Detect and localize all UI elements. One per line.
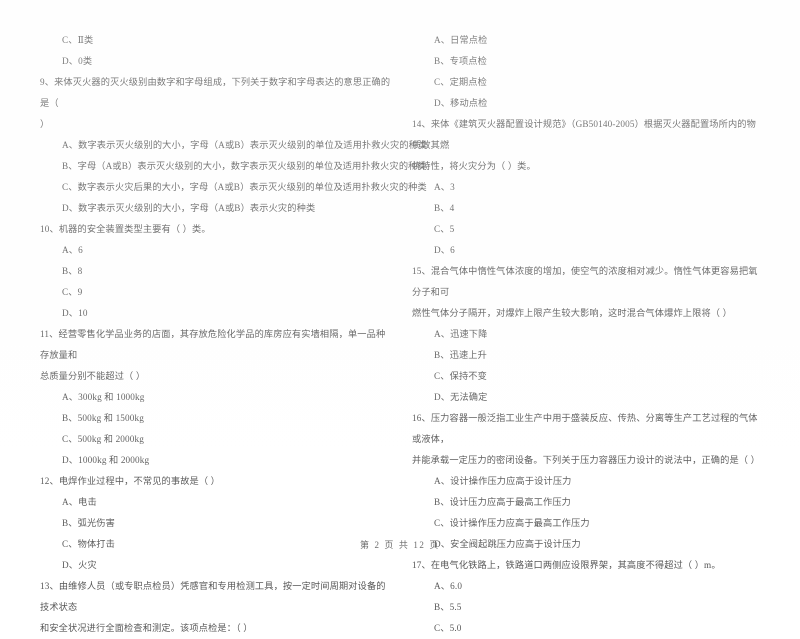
question-stem-continued: 并能承载一定压力的密闭设备。下列关于压力容器压力设计的说法中，正确的是（ ）: [412, 455, 760, 465]
question-stem-continued: 和安全状况进行全面检查和测定。该项点检是：（ ）: [40, 623, 253, 633]
question-stem: 17、在电气化铁路上，铁路道口两侧应设限界架，其高度不得超过（ ）m。: [412, 560, 721, 570]
page-footer: 第 2 页 共 12 页: [360, 540, 440, 550]
question-stem: 13、由维修人员（或专职点检员）凭感官和专用检测工具，按一定时间周期对设备的技术…: [40, 581, 386, 612]
option-item: D、移动点检: [434, 98, 488, 108]
option-item: C、Ⅱ类: [62, 35, 94, 45]
question-stem: 12、电焊作业过程中，不常见的事故是（ ）: [40, 476, 221, 486]
option-item: C、5.0: [434, 623, 462, 633]
question-11: 11、经营零售化学品业务的店面，其存放危险化学品的库房应有实墙相隔，单一品种存放…: [40, 324, 392, 471]
exam-page: C、Ⅱ类 D、0类 9、来体灭火器的灭火级别由数字和字母组成，下列关于数字和字母…: [0, 0, 800, 633]
option-item: D、数字表示灭火级别的大小，字母（A或B）表示火灾的种类: [62, 203, 316, 213]
question-12: 12、电焊作业过程中，不常见的事故是（ ） A、电击 B、弧光伤害 C、物体打击…: [40, 471, 392, 576]
option-item: B、4: [434, 203, 455, 213]
option-item: A、设计操作压力应高于设计压力: [434, 476, 572, 486]
question-15: 15、混合气体中惰性气体浓度的增加，使空气的浓度相对减少。惰性气体更容易把氧分子…: [412, 261, 760, 408]
question-stem-continued: 总质量分别不能超过（ ）: [40, 371, 146, 381]
question-stem: 15、混合气体中惰性气体浓度的增加，使空气的浓度相对减少。惰性气体更容易把氧分子…: [412, 266, 758, 297]
question-stem: 9、来体灭火器的灭火级别由数字和字母组成，下列关于数字和字母表达的意思正确的是（: [40, 77, 391, 108]
question-stem-continued: 烧特性，将火灾分为（ ）类。: [412, 161, 536, 171]
option-item: A、日常点检: [434, 35, 488, 45]
question-stem-continued: ）: [40, 119, 50, 129]
option-item: A、300kg 和 1000kg: [62, 392, 145, 402]
option-item: B、迅速上升: [434, 350, 487, 360]
option-item: D、10: [62, 308, 88, 318]
option-item: B、5.5: [434, 602, 462, 612]
option-item: D、无法确定: [434, 392, 488, 402]
option-item: B、8: [62, 266, 83, 276]
question-stem-continued: 燃性气体分子隔开，对爆炸上限产生较大影响，这时混合气体爆炸上限将（ ）: [412, 308, 732, 318]
option-item: C、定期点检: [434, 77, 487, 87]
option-item: C、5: [434, 224, 455, 234]
option-item: C、保持不变: [434, 371, 487, 381]
question-16: 16、压力容器一般泛指工业生产中用于盛装反应、传热、分离等生产工艺过程的气体或液…: [412, 408, 760, 555]
option-item: D、1000kg 和 2000kg: [62, 455, 150, 465]
question-stem: 16、压力容器一般泛指工业生产中用于盛装反应、传热、分离等生产工艺过程的气体或液…: [412, 413, 758, 444]
question-stem: 14、来体《建筑灭火器配置设计规范》（GB50140-2005）根据灭火器配置场…: [412, 119, 756, 150]
option-item: A、迅速下降: [434, 329, 488, 339]
option-item: B、500kg 和 1500kg: [62, 413, 145, 423]
question-9: 9、来体灭火器的灭火级别由数字和字母组成，下列关于数字和字母表达的意思正确的是（…: [40, 72, 428, 219]
option-item: A、数字表示灭火级别的大小，字母（A或B）表示灭火级别的单位及适用扑救火灾的种类: [62, 140, 428, 150]
question-10: 10、机器的安全装置类型主要有（ ）类。 A、6 B、8 C、9 D、10: [40, 219, 392, 324]
option-item: B、字母（A或B）表示灭火级别的大小，数字表示灭火级别的单位及适用扑救火灾的种类: [62, 161, 427, 171]
option-item: C、9: [62, 287, 83, 297]
option-item: B、设计压力应高于最高工作压力: [434, 497, 572, 507]
option-item: A、6: [62, 245, 83, 255]
question-14: 14、来体《建筑灭火器配置设计规范》（GB50140-2005）根据灭火器配置场…: [412, 114, 760, 261]
question-13: 13、由维修人员（或专职点检员）凭感官和专用检测工具，按一定时间周期对设备的技术…: [40, 576, 392, 639]
option-item: A、6.0: [434, 581, 463, 591]
option-item: B、弧光伤害: [62, 518, 115, 528]
option-item: A、电击: [62, 497, 97, 507]
option-item: B、专项点检: [434, 56, 487, 66]
option-item: D、0类: [62, 56, 93, 66]
question-17: 17、在电气化铁路上，铁路道口两侧应设限界架，其高度不得超过（ ）m。 A、6.…: [412, 555, 760, 639]
option-item: C、数字表示火灾后果的大小，字母（A或B）表示灭火级别的单位及适用扑救火灾的种类: [62, 182, 427, 192]
option-item: C、500kg 和 2000kg: [62, 434, 145, 444]
question-stem: 10、机器的安全装置类型主要有（ ）类。: [40, 224, 211, 234]
question-stem: 11、经营零售化学品业务的店面，其存放危险化学品的库房应有实墙相隔，单一品种存放…: [40, 329, 386, 360]
option-item: C、设计操作压力应高于最高工作压力: [434, 518, 590, 528]
option-item: D、火灾: [62, 560, 97, 570]
option-item: A、3: [434, 182, 455, 192]
option-item: D、6: [434, 245, 455, 255]
